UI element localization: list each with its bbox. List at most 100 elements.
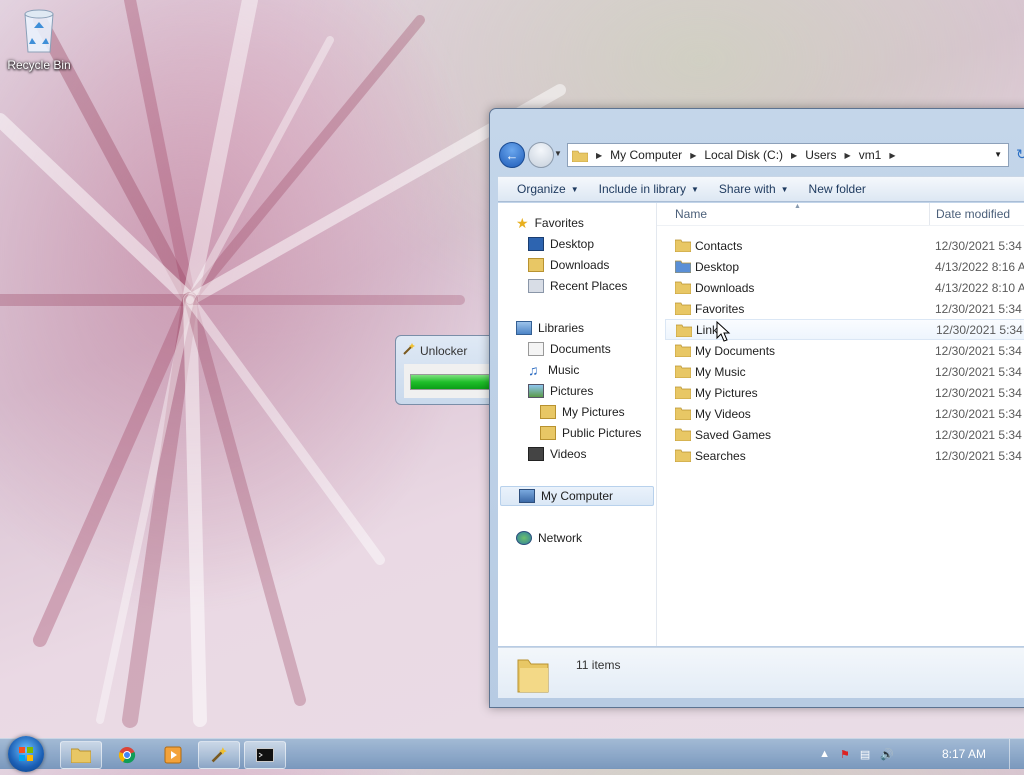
nav-favorites-label: Favorites [534, 216, 584, 230]
file-row[interactable]: My Documents 12/30/2021 5:34 P [665, 340, 1024, 361]
recycle-bin-label: Recycle Bin [7, 58, 71, 72]
chevron-right-icon[interactable]: ▶ [845, 151, 851, 160]
taskbar: ▲ ⚑ ▤ 🔊 8:17 AM [0, 736, 1024, 772]
nav-my-pictures[interactable]: My Pictures [540, 402, 625, 422]
breadcrumb-vm1[interactable]: vm1 [859, 148, 882, 162]
unlocker-progress-bar [410, 374, 494, 390]
content-area: ★ Favorites Desktop Downloads Recent Pla… [498, 203, 1024, 646]
chevron-down-icon: ▼ [691, 184, 699, 194]
nav-downloads[interactable]: Downloads [528, 255, 609, 275]
show-hidden-icons-icon[interactable]: ▲ [819, 748, 830, 760]
folder-large-icon [517, 659, 549, 693]
nav-libraries[interactable]: Libraries [516, 318, 584, 338]
music-icon: ♫ [528, 362, 539, 378]
nav-favorites[interactable]: ★ Favorites [516, 213, 584, 233]
file-row[interactable]: My Music 12/30/2021 5:34 P [665, 361, 1024, 382]
nav-documents[interactable]: Documents [528, 339, 611, 359]
nav-desktop-label: Desktop [550, 237, 595, 251]
file-date-modified: 4/13/2022 8:16 AI [935, 259, 1024, 274]
network-tray-icon[interactable]: ▤ [860, 748, 870, 761]
breadcrumb-users[interactable]: Users [805, 148, 836, 162]
file-date-modified: 12/30/2021 5:34 P [935, 448, 1024, 463]
chevron-right-icon[interactable]: ▶ [889, 151, 895, 160]
my-pictures-folder-icon [540, 405, 556, 419]
nav-music-label: Music [548, 363, 580, 377]
column-header-name[interactable]: Name [675, 207, 707, 221]
breadcrumb-my-computer[interactable]: My Computer [610, 148, 682, 162]
file-date-modified: 4/13/2022 8:10 AI [935, 280, 1024, 295]
nav-public-pictures[interactable]: Public Pictures [540, 423, 641, 443]
file-name: Searches [695, 448, 746, 463]
nav-public-pictures-label: Public Pictures [562, 426, 642, 440]
start-button[interactable] [8, 736, 44, 772]
new-folder-button[interactable]: New folder [800, 182, 877, 196]
chevron-down-icon: ▼ [570, 184, 579, 194]
forward-button[interactable] [528, 142, 554, 168]
videos-icon [528, 447, 544, 461]
file-date-modified: 12/30/2021 5:34 P [935, 385, 1024, 400]
chevron-right-icon[interactable]: ▶ [596, 151, 602, 160]
action-center-flag-icon[interactable]: ⚑ [840, 748, 850, 761]
breadcrumb-local-disk[interactable]: Local Disk (C:) [704, 148, 783, 162]
taskbar-cmd-button[interactable] [244, 741, 286, 769]
file-list[interactable]: ▲ Name Date modified Contacts 12/30/2021 … [657, 203, 1024, 646]
file-row[interactable]: Downloads 4/13/2022 8:10 AI [665, 277, 1024, 298]
recent-pages-dropdown[interactable]: ▼ [554, 149, 562, 158]
nav-libraries-label: Libraries [538, 321, 585, 335]
include-in-library-button[interactable]: Include in library ▼ [590, 182, 710, 196]
taskbar-unlocker-button[interactable] [198, 741, 240, 769]
file-row[interactable]: Contacts 12/30/2021 5:34 P [665, 235, 1024, 256]
navigation-bar: ← ▼ ▶ My Computer ▶ Local Disk (C:) ▶ Us… [498, 139, 1024, 171]
volume-icon[interactable]: 🔊 [880, 748, 894, 761]
column-header-date-modified[interactable]: Date modified [936, 207, 1010, 221]
file-row[interactable]: My Pictures 12/30/2021 5:34 P [665, 382, 1024, 403]
nav-recent-places[interactable]: Recent Places [528, 276, 627, 296]
back-button[interactable]: ← [499, 142, 525, 168]
details-pane: 11 items [498, 647, 1024, 698]
file-name: My Pictures [695, 385, 758, 400]
nav-pictures[interactable]: Pictures [528, 381, 593, 401]
nav-my-computer-label: My Computer [541, 489, 614, 503]
file-date-modified: 12/30/2021 5:34 P [935, 343, 1024, 358]
file-name: Desktop [695, 259, 740, 274]
libraries-icon [516, 321, 532, 335]
organize-button[interactable]: Organize ▼ [508, 182, 590, 196]
unlocker-title-bar: Unlocker [402, 342, 467, 359]
nav-desktop[interactable]: Desktop [528, 234, 594, 254]
file-row[interactable]: Searches 12/30/2021 5:34 P [665, 445, 1024, 466]
unlocker-progress-fill [411, 375, 493, 389]
explorer-window[interactable]: ← ▼ ▶ My Computer ▶ Local Disk (C:) ▶ Us… [489, 108, 1024, 708]
nav-network-label: Network [538, 531, 583, 545]
searches-folder-icon [675, 449, 691, 462]
nav-music[interactable]: ♫ Music [528, 360, 579, 380]
pictures-icon [528, 384, 544, 398]
address-history-dropdown[interactable]: ▼ [994, 150, 1002, 159]
file-row[interactable]: My Videos 12/30/2021 5:34 P [665, 403, 1024, 424]
file-date-modified: 12/30/2021 5:34 P [935, 238, 1024, 253]
star-icon: ★ [516, 214, 529, 231]
explorer-folder-icon [71, 748, 91, 763]
file-name: My Videos [695, 406, 751, 421]
file-row[interactable]: Favorites 12/30/2021 5:34 P [665, 298, 1024, 319]
file-name: My Documents [695, 343, 776, 358]
column-divider[interactable] [929, 203, 930, 225]
recycle-bin-shortcut[interactable]: Recycle Bin [4, 6, 74, 72]
refresh-icon[interactable]: ↻ [1016, 146, 1024, 163]
clock[interactable]: 8:17 AM [942, 747, 986, 761]
nav-network[interactable]: Network [516, 528, 582, 548]
taskbar-media-player-button[interactable] [152, 741, 194, 769]
nav-my-computer[interactable]: My Computer [500, 486, 654, 506]
recycle-bin-icon [24, 9, 54, 53]
chevron-right-icon[interactable]: ▶ [791, 151, 797, 160]
taskbar-chrome-button[interactable] [106, 741, 148, 769]
chevron-right-icon[interactable]: ▶ [690, 151, 696, 160]
share-with-button[interactable]: Share with ▼ [710, 182, 800, 196]
nav-videos-label: Videos [550, 447, 587, 461]
navigation-pane[interactable]: ★ Favorites Desktop Downloads Recent Pla… [498, 203, 657, 646]
file-row[interactable]: Saved Games 12/30/2021 5:34 P [665, 424, 1024, 445]
file-row[interactable]: Desktop 4/13/2022 8:16 AI [665, 256, 1024, 277]
nav-videos[interactable]: Videos [528, 444, 586, 464]
taskbar-explorer-button[interactable] [60, 741, 102, 769]
address-bar[interactable]: ▶ My Computer ▶ Local Disk (C:) ▶ Users … [567, 143, 1009, 167]
show-desktop-button[interactable] [1009, 739, 1024, 769]
